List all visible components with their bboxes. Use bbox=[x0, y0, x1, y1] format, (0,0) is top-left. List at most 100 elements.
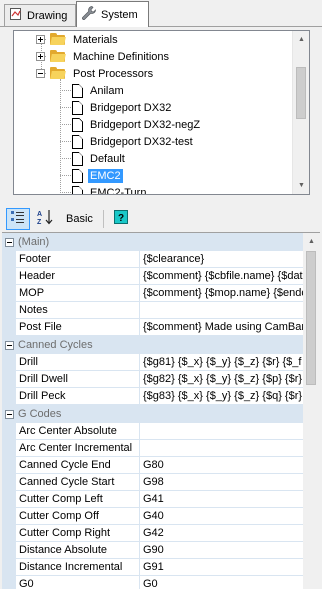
tree-item-label: Bridgeport DX32 bbox=[90, 101, 172, 114]
property-name: G0 bbox=[16, 576, 140, 589]
property-value[interactable]: G98 bbox=[140, 474, 303, 491]
tab-drawing[interactable]: Drawing bbox=[4, 4, 76, 26]
system-tree[interactable]: Materials Machine Definitions Post Proce… bbox=[13, 30, 310, 195]
document-icon bbox=[72, 151, 83, 166]
property-name: Cutter Comp Left bbox=[16, 491, 140, 508]
basic-button-label: Basic bbox=[66, 212, 93, 225]
tree-item-label: EMC2 bbox=[88, 168, 123, 183]
document-icon bbox=[72, 185, 83, 194]
property-name: Distance Incremental bbox=[16, 559, 140, 576]
property-grid[interactable]: (Main) Footer {$clearance} Header {$commen… bbox=[2, 232, 320, 589]
property-row[interactable]: Distance Incremental G91 bbox=[2, 559, 303, 576]
property-name: Arc Center Incremental bbox=[16, 440, 140, 457]
property-name: Header bbox=[16, 268, 140, 285]
svg-text:A: A bbox=[37, 211, 42, 218]
property-value[interactable] bbox=[140, 423, 303, 440]
scroll-up-icon[interactable]: ▲ bbox=[303, 233, 320, 250]
property-row[interactable]: Canned Cycle End G80 bbox=[2, 457, 303, 474]
expand-plus-icon[interactable] bbox=[36, 35, 45, 44]
tree-item-machine-definitions[interactable]: Machine Definitions bbox=[36, 48, 171, 65]
tab-system[interactable]: System bbox=[76, 1, 149, 27]
property-value[interactable]: G41 bbox=[140, 491, 303, 508]
property-value[interactable]: {$comment} {$cbfile.name} {$date bbox=[140, 268, 303, 285]
property-value[interactable]: {$comment} Made using CamBam bbox=[140, 319, 303, 336]
scroll-up-icon[interactable]: ▲ bbox=[293, 31, 309, 48]
document-icon bbox=[72, 134, 83, 149]
tree-item-label: Machine Definitions bbox=[73, 50, 169, 63]
property-row[interactable]: Header {$comment} {$cbfile.name} {$date bbox=[2, 268, 303, 285]
property-name: Post File bbox=[16, 319, 140, 336]
alphabetical-button[interactable]: A Z bbox=[33, 208, 59, 230]
property-row[interactable]: Arc Center Incremental bbox=[2, 440, 303, 457]
tree-item-label: Bridgeport DX32-negZ bbox=[90, 118, 201, 131]
property-value[interactable]: {$g81} {$_x} {$_y} {$_z} {$r} {$_f bbox=[140, 354, 303, 371]
property-value[interactable]: G42 bbox=[140, 525, 303, 542]
expand-plus-icon[interactable] bbox=[36, 52, 45, 61]
document-icon bbox=[72, 83, 83, 98]
property-value[interactable]: G80 bbox=[140, 457, 303, 474]
property-value[interactable]: G90 bbox=[140, 542, 303, 559]
category-main[interactable]: (Main) bbox=[2, 233, 303, 251]
tree-scrollbar[interactable]: ▲ ▼ bbox=[292, 31, 309, 194]
grid-scrollbar[interactable]: ▲ bbox=[303, 233, 320, 589]
basic-button[interactable]: Basic bbox=[62, 208, 97, 230]
tree-item-emc2-turn[interactable]: EMC2-Turn bbox=[72, 184, 148, 194]
folder-icon bbox=[50, 50, 66, 63]
property-value[interactable]: {$g83} {$_x} {$_y} {$_z} {$q} {$r} bbox=[140, 388, 303, 405]
collapse-minus-icon[interactable] bbox=[5, 237, 14, 247]
property-row[interactable]: Post File {$comment} Made using CamBam bbox=[2, 319, 303, 336]
folder-icon bbox=[50, 33, 66, 46]
tree-item-bridgeport-dx32-negz[interactable]: Bridgeport DX32-negZ bbox=[72, 116, 202, 133]
drawing-icon bbox=[9, 7, 23, 24]
property-row[interactable]: Footer {$clearance} bbox=[2, 251, 303, 268]
tree-item-post-processors[interactable]: Post Processors bbox=[36, 65, 155, 82]
grid-scroll-thumb[interactable] bbox=[306, 251, 316, 385]
categorized-button[interactable] bbox=[6, 207, 30, 230]
tree-item-bridgeport-dx32[interactable]: Bridgeport DX32 bbox=[72, 99, 173, 116]
property-value[interactable] bbox=[140, 440, 303, 457]
tree-item-label: Materials bbox=[73, 33, 118, 46]
property-row[interactable]: Cutter Comp Right G42 bbox=[2, 525, 303, 542]
tab-strip: Drawing System bbox=[0, 0, 322, 27]
tab-drawing-label: Drawing bbox=[27, 9, 68, 22]
property-row[interactable]: Drill Peck {$g83} {$_x} {$_y} {$_z} {$q} … bbox=[2, 388, 303, 405]
tree-item-materials[interactable]: Materials bbox=[36, 31, 120, 48]
category-canned-cycles[interactable]: Canned Cycles bbox=[2, 336, 303, 354]
property-name: Cutter Comp Right bbox=[16, 525, 140, 542]
help-icon: ? bbox=[113, 210, 128, 227]
collapse-minus-icon[interactable] bbox=[36, 69, 45, 78]
tree-scroll-thumb[interactable] bbox=[296, 67, 306, 119]
category-label: Canned Cycles bbox=[18, 339, 93, 351]
property-row[interactable]: Drill Dwell {$g82} {$_x} {$_y} {$_z} {$p}… bbox=[2, 371, 303, 388]
tree-item-emc2[interactable]: EMC2 bbox=[72, 167, 123, 184]
property-value[interactable]: G91 bbox=[140, 559, 303, 576]
tree-item-anilam[interactable]: Anilam bbox=[72, 82, 126, 99]
collapse-minus-icon[interactable] bbox=[5, 340, 14, 350]
property-row[interactable]: Notes bbox=[2, 302, 303, 319]
tree-item-default[interactable]: Default bbox=[72, 150, 127, 167]
property-value[interactable]: G0 bbox=[140, 576, 303, 589]
category-g-codes[interactable]: G Codes bbox=[2, 405, 303, 423]
property-row[interactable]: G0 G0 bbox=[2, 576, 303, 589]
property-row[interactable]: MOP {$comment} {$mop.name} {$endc bbox=[2, 285, 303, 302]
property-value[interactable]: G40 bbox=[140, 508, 303, 525]
categorized-icon bbox=[10, 210, 26, 227]
splitter[interactable] bbox=[0, 199, 322, 203]
property-row[interactable]: Canned Cycle Start G98 bbox=[2, 474, 303, 491]
property-value[interactable]: {$g82} {$_x} {$_y} {$_z} {$p} {$r} bbox=[140, 371, 303, 388]
property-value[interactable]: {$comment} {$mop.name} {$endc bbox=[140, 285, 303, 302]
scroll-down-icon[interactable]: ▼ bbox=[293, 177, 309, 194]
property-row[interactable]: Distance Absolute G90 bbox=[2, 542, 303, 559]
property-name: MOP bbox=[16, 285, 140, 302]
document-icon bbox=[72, 117, 83, 132]
property-row[interactable]: Drill {$g81} {$_x} {$_y} {$_z} {$r} {$_f bbox=[2, 354, 303, 371]
help-button[interactable]: ? bbox=[110, 208, 132, 230]
property-row[interactable]: Arc Center Absolute bbox=[2, 423, 303, 440]
collapse-minus-icon[interactable] bbox=[5, 409, 14, 419]
property-value[interactable] bbox=[140, 302, 303, 319]
property-name: Drill Dwell bbox=[16, 371, 140, 388]
property-row[interactable]: Cutter Comp Left G41 bbox=[2, 491, 303, 508]
tree-item-bridgeport-dx32-test[interactable]: Bridgeport DX32-test bbox=[72, 133, 195, 150]
property-row[interactable]: Cutter Comp Off G40 bbox=[2, 508, 303, 525]
property-value[interactable]: {$clearance} bbox=[140, 251, 303, 268]
